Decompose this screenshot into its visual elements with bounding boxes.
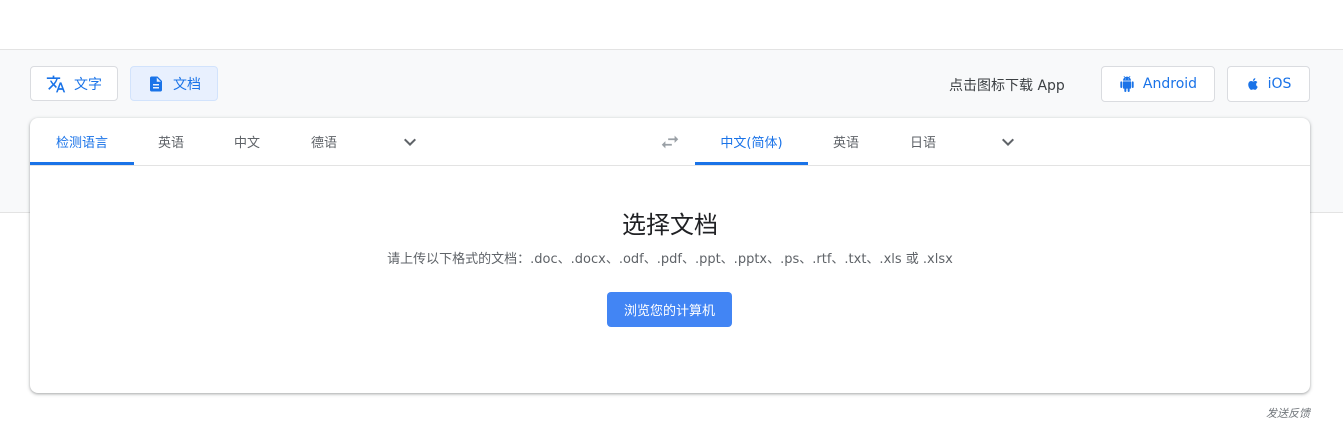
source-tab-english[interactable]: 英语 (134, 118, 208, 165)
text-mode-label: 文字 (74, 76, 102, 93)
target-more-languages-button[interactable] (990, 118, 1026, 165)
translation-card: 检测语言 英语 中文 德语 中文(简体) 英语 日语 选择文档 请上传以下格式的… (30, 118, 1310, 393)
browse-computer-button[interactable]: 浏览您的计算机 (607, 292, 732, 327)
document-mode-label: 文档 (173, 76, 201, 93)
ios-app-button[interactable]: iOS (1227, 66, 1310, 102)
chevron-down-icon (398, 130, 422, 154)
android-label: Android (1142, 76, 1198, 92)
document-icon (147, 74, 165, 94)
target-tab-chinese-simplified[interactable]: 中文(简体) (695, 118, 808, 165)
android-app-button[interactable]: Android (1101, 66, 1215, 102)
swap-languages-button[interactable] (652, 118, 688, 165)
source-tab-chinese[interactable]: 中文 (208, 118, 286, 165)
ios-label: iOS (1267, 76, 1292, 92)
source-more-languages-button[interactable] (392, 118, 428, 165)
android-icon (1119, 75, 1135, 93)
target-tab-english[interactable]: 英语 (808, 118, 884, 165)
translate-icon (46, 74, 66, 94)
text-mode-button[interactable]: 文字 (30, 66, 118, 101)
document-mode-button[interactable]: 文档 (130, 66, 218, 101)
top-bar (0, 0, 1343, 50)
apple-icon (1246, 76, 1260, 92)
language-bar: 检测语言 英语 中文 德语 中文(简体) 英语 日语 (30, 118, 1310, 166)
send-feedback-link[interactable]: 发送反馈 (1266, 405, 1310, 421)
source-tab-detect-language[interactable]: 检测语言 (30, 118, 134, 165)
target-tab-japanese[interactable]: 日语 (884, 118, 962, 165)
chevron-down-icon (996, 130, 1020, 154)
swap-arrows-icon (659, 131, 681, 153)
upload-title: 选择文档 (622, 211, 718, 239)
supported-formats-text: 请上传以下格式的文档：.doc、.docx、.odf、.pdf、.ppt、.pp… (387, 252, 953, 267)
source-tab-german[interactable]: 德语 (286, 118, 362, 165)
app-download-label: 点击图标下载 App (949, 78, 1065, 94)
